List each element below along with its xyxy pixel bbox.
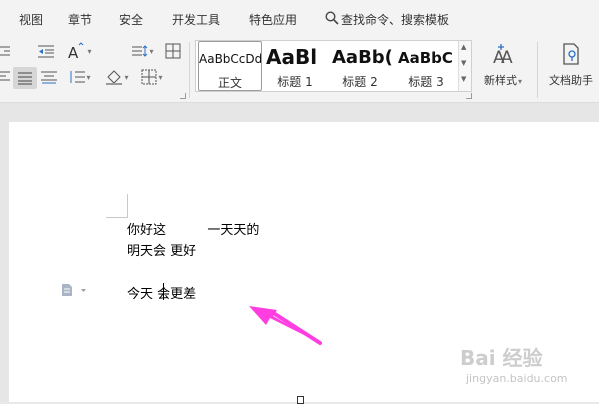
decrease-indent-icon xyxy=(38,45,54,58)
font-size-icon: A xyxy=(68,42,84,60)
chevron-down-icon: ▾ xyxy=(149,46,154,56)
style-heading-2-caption: 标题 2 xyxy=(342,75,378,89)
paragraph-spacing-icon xyxy=(70,71,86,83)
style-heading-1[interactable]: AaBl 标题 1 xyxy=(264,41,326,91)
menu-chapter[interactable]: 章节 xyxy=(68,11,92,28)
text-cursor xyxy=(163,283,164,300)
shading-button[interactable]: ▾ xyxy=(102,68,132,86)
chevron-down-icon: ▾ xyxy=(158,72,163,82)
menu-developer-tools[interactable]: 开发工具 xyxy=(172,11,220,28)
distributed-align-button[interactable] xyxy=(40,68,58,86)
align-justify-button[interactable] xyxy=(13,67,37,89)
watermark: Bai 经验 jingyan.baidu.com xyxy=(460,342,595,394)
style-heading-3-caption: 标题 3 xyxy=(408,75,444,89)
style-normal-sample: AaBbCcDd xyxy=(199,52,262,66)
decrease-indent-button[interactable] xyxy=(38,43,54,59)
new-style-icon: A A xyxy=(493,44,513,68)
chevron-down-icon: ▾ xyxy=(517,77,522,86)
svg-text:A: A xyxy=(68,44,79,60)
expand-gallery-icon[interactable]: ▼ xyxy=(461,75,466,83)
document-line-3[interactable]: 今天 会更差 xyxy=(127,283,196,302)
menu-bar: 视图 章节 安全 开发工具 特色应用 查找命令、搜索模板 xyxy=(0,0,599,38)
borders-icon xyxy=(141,69,157,85)
document-line-1[interactable]: 你好这 一天天的 xyxy=(127,219,259,238)
doc-assistant-label: 文档助手 xyxy=(549,74,593,87)
style-normal[interactable]: AaBbCcDd 正文 xyxy=(198,41,262,91)
menu-security[interactable]: 安全 xyxy=(119,11,143,28)
search-icon xyxy=(325,11,339,25)
text-boundary-marker xyxy=(106,194,128,218)
document-line-2[interactable]: 明天会 更好 xyxy=(127,240,196,259)
watermark-url: jingyan.baidu.com xyxy=(466,372,568,385)
style-heading-2-sample: AaBb( xyxy=(332,47,392,68)
new-style-label: 新样式 xyxy=(483,74,517,87)
menu-special-apps[interactable]: 特色应用 xyxy=(249,11,297,28)
table-borders-button[interactable] xyxy=(164,42,182,60)
chevron-down-icon[interactable]: ▼ xyxy=(461,59,466,67)
list-indent-button[interactable] xyxy=(0,43,10,59)
paint-bucket-icon xyxy=(106,70,123,85)
menu-view[interactable]: 视图 xyxy=(19,11,43,28)
table-icon xyxy=(165,43,181,59)
align-left-icon xyxy=(0,71,10,81)
chevron-down-icon: ▾ xyxy=(124,72,129,82)
paragraph-handle[interactable] xyxy=(61,282,87,301)
search-label: 查找命令、搜索模板 xyxy=(341,13,450,27)
distributed-align-icon xyxy=(41,71,57,84)
style-normal-caption: 正文 xyxy=(217,76,242,90)
line-spacing-icon xyxy=(132,45,148,57)
document-icon xyxy=(62,284,86,296)
paragraph-settings-launcher[interactable] xyxy=(180,93,186,99)
chevron-up-icon[interactable]: ▲ xyxy=(461,43,466,51)
indent-icon xyxy=(0,46,10,56)
watermark-logo: Bai 经验 xyxy=(460,346,543,370)
borders-button[interactable]: ▾ xyxy=(138,68,166,86)
align-justify-icon xyxy=(18,72,32,85)
style-gallery: AaBbCcDd 正文 AaBl 标题 1 AaBb( 标题 2 AaBbC 标… xyxy=(195,40,472,92)
doc-assistant-button[interactable]: 文档助手 xyxy=(543,42,599,88)
style-heading-1-sample: AaBl xyxy=(266,45,318,69)
style-heading-3-sample: AaBbC xyxy=(398,49,453,67)
font-size-button[interactable]: A ▾ xyxy=(64,42,94,60)
divider xyxy=(189,42,190,98)
doc-assistant-icon xyxy=(563,43,579,65)
new-style-button[interactable]: A A 新样式▾ xyxy=(476,42,530,88)
style-heading-3[interactable]: AaBbC 标题 3 xyxy=(394,41,458,91)
style-heading-2[interactable]: AaBb( 标题 2 xyxy=(328,41,392,91)
gallery-scrollbar[interactable]: ▲ ▼ ▼ xyxy=(458,41,471,91)
paragraph-spacing-button[interactable]: ▾ xyxy=(66,68,94,86)
chevron-down-icon: ▾ xyxy=(86,72,91,82)
page-resize-handle[interactable] xyxy=(297,396,304,404)
align-left-button[interactable] xyxy=(0,68,10,86)
styles-settings-launcher[interactable] xyxy=(466,93,472,99)
svg-text:A: A xyxy=(501,48,513,66)
divider xyxy=(537,42,538,98)
style-heading-1-caption: 标题 1 xyxy=(277,75,313,89)
line-spacing-button[interactable]: ▾ xyxy=(130,43,156,59)
chevron-down-icon: ▾ xyxy=(87,46,92,56)
